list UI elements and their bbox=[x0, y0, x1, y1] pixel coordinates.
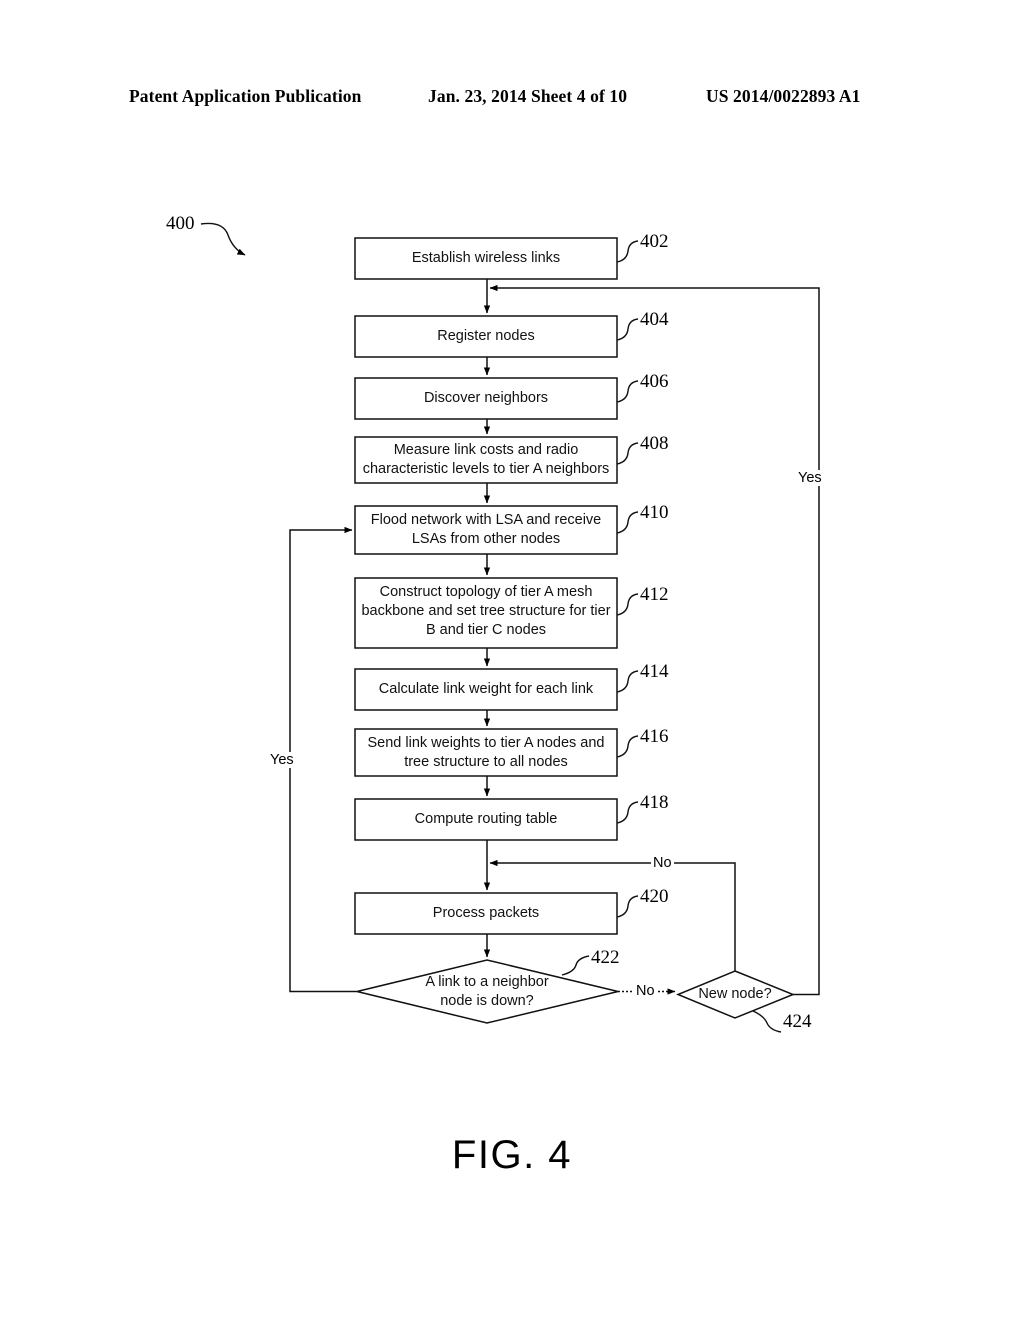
ref-number-404: 404 bbox=[640, 309, 669, 330]
node-box-410 bbox=[354, 505, 618, 555]
ref-number-402: 402 bbox=[640, 231, 669, 252]
node-diamond-422 bbox=[356, 959, 619, 1024]
ref-number-424: 424 bbox=[783, 1011, 812, 1032]
node-box-406 bbox=[354, 377, 618, 420]
ref-number-416: 416 bbox=[640, 726, 669, 747]
figure-caption: FIG. 4 bbox=[451, 1133, 573, 1177]
ref-number-422: 422 bbox=[591, 947, 620, 968]
leader-414 bbox=[616, 670, 639, 693]
node-box-416 bbox=[354, 728, 618, 777]
node-box-418 bbox=[354, 798, 618, 841]
leader-422 bbox=[561, 955, 590, 976]
edge-label-422-yes: Yes bbox=[268, 752, 296, 768]
leader-402 bbox=[616, 240, 639, 263]
ref-number-414: 414 bbox=[640, 661, 669, 682]
leader-410 bbox=[616, 511, 639, 534]
edge-label-422-no: No bbox=[634, 983, 657, 999]
leader-404 bbox=[616, 318, 639, 341]
ref-number-406: 406 bbox=[640, 371, 669, 392]
node-box-414 bbox=[354, 668, 618, 711]
leader-408 bbox=[616, 442, 639, 465]
edge-label-424-yes: Yes bbox=[796, 470, 824, 486]
leader-400-arrow bbox=[200, 222, 246, 256]
node-box-412 bbox=[354, 577, 618, 649]
edge-422-yes-to-410 bbox=[289, 526, 357, 993]
ref-number-408: 408 bbox=[640, 433, 669, 454]
node-box-408 bbox=[354, 436, 618, 484]
node-box-404 bbox=[354, 315, 618, 358]
ref-number-418: 418 bbox=[640, 792, 669, 813]
flowchart-diagram: Establish wireless links Register nodes … bbox=[0, 0, 1024, 1320]
leader-420 bbox=[616, 895, 639, 918]
leader-412 bbox=[616, 593, 639, 616]
node-diamond-424 bbox=[676, 970, 795, 1019]
ref-number-420: 420 bbox=[640, 886, 669, 907]
ref-number-412: 412 bbox=[640, 584, 669, 605]
leader-418 bbox=[616, 801, 639, 824]
leader-416 bbox=[616, 735, 639, 758]
ref-number-410: 410 bbox=[640, 502, 669, 523]
leader-424 bbox=[752, 1010, 782, 1033]
leader-406 bbox=[616, 380, 639, 403]
node-box-402 bbox=[354, 237, 618, 280]
diagram-reference-400: 400 bbox=[166, 213, 195, 234]
edge-label-424-no: No bbox=[651, 855, 674, 871]
node-box-420 bbox=[354, 892, 618, 935]
flowchart-canvas bbox=[200, 222, 820, 1033]
